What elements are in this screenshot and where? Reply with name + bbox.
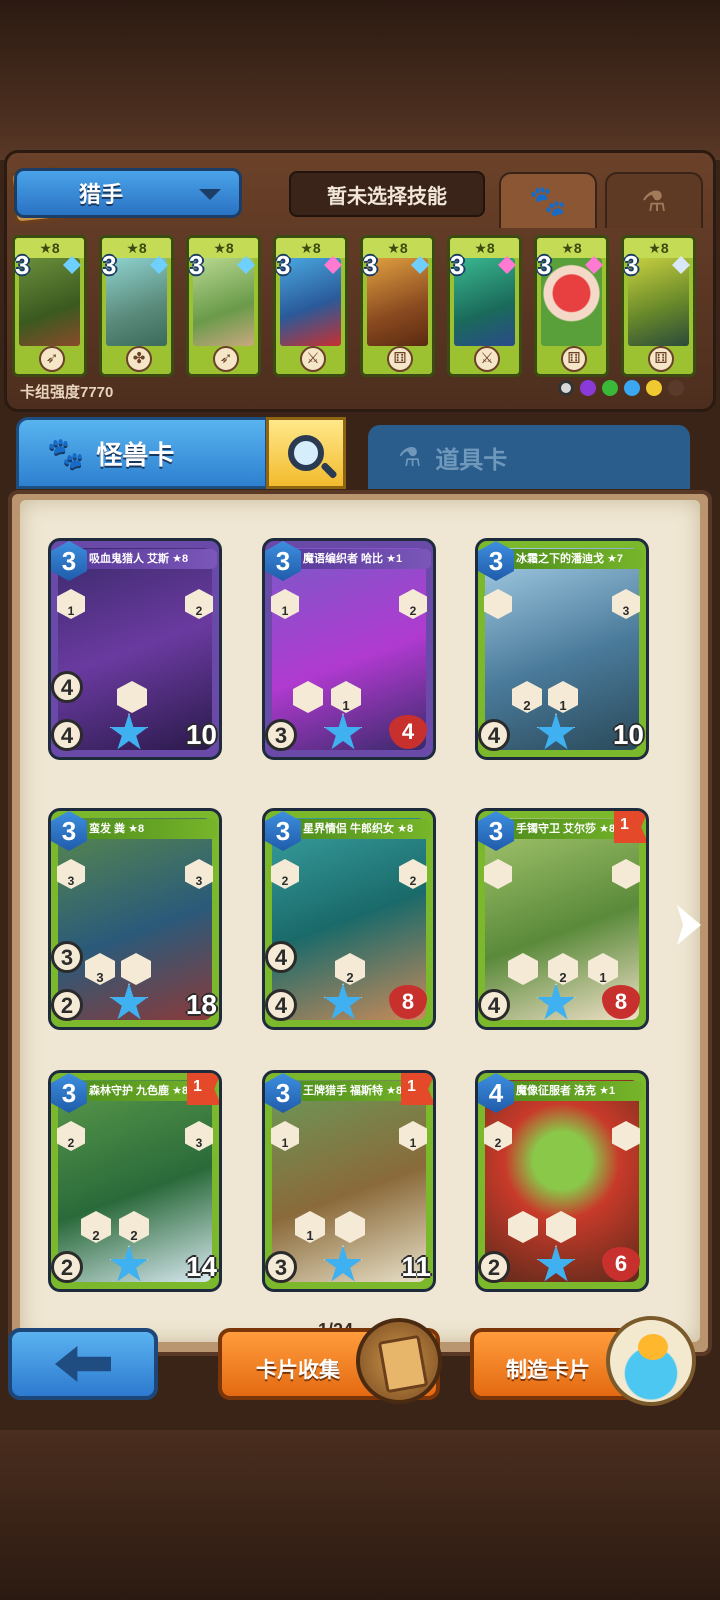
card-defense: 3 bbox=[265, 1251, 297, 1283]
monster-card[interactable]: 星界情侣 牛郎织女 ★8 3 2 2 2 4 4 8 bbox=[262, 808, 436, 1030]
monster-card[interactable]: 魔像征服者 洛克 ★1 4 2 2 6 bbox=[475, 1070, 649, 1292]
card-hp: 18 bbox=[185, 989, 217, 1020]
deck-card-cost: 3 bbox=[450, 250, 465, 280]
card-name: 星界情侣 牛郎织女 ★8 bbox=[293, 819, 431, 839]
card-defense: 2 bbox=[51, 1251, 83, 1283]
deck-card[interactable]: ★8 3 ⚔ bbox=[447, 235, 522, 377]
dice-icon: ⚅ bbox=[561, 346, 587, 372]
deck-card[interactable]: ★8 3 ➶ bbox=[186, 235, 261, 377]
deck-card-cost: 3 bbox=[189, 250, 204, 280]
deck-card[interactable]: ★8 3 ⚔ bbox=[273, 235, 348, 377]
card-attack: 4 bbox=[51, 671, 83, 703]
paw-icon: 🐾 bbox=[47, 436, 85, 470]
deck-card-cost: 3 bbox=[537, 250, 552, 280]
search-button[interactable] bbox=[266, 417, 346, 489]
card-defense: 2 bbox=[478, 1251, 510, 1283]
clover-icon: ✤ bbox=[126, 346, 152, 372]
circle-element-icon[interactable] bbox=[558, 380, 574, 396]
card-collection-icon[interactable] bbox=[356, 1318, 442, 1404]
dice-icon: ⚅ bbox=[648, 346, 674, 372]
bow-icon: ➶ bbox=[213, 346, 239, 372]
card-defense: 3 bbox=[265, 719, 297, 751]
purple-element-icon[interactable] bbox=[580, 380, 596, 396]
deck-strength: 卡组强度7770 bbox=[20, 384, 114, 401]
skill-select-button[interactable]: 暂未选择技能 bbox=[289, 171, 485, 217]
deck-card-cost: 3 bbox=[102, 250, 117, 280]
deck-card[interactable]: ★8 3 ⚅ bbox=[360, 235, 435, 377]
potion-jar-icon[interactable] bbox=[606, 1316, 696, 1406]
monster-card[interactable]: 手镯守卫 艾尔莎 ★8 3 1 2 1 4 8 bbox=[475, 808, 649, 1030]
card-hp: 10 bbox=[185, 719, 217, 750]
card-defense: 4 bbox=[478, 719, 510, 751]
flask-icon: ⚗ bbox=[398, 441, 422, 472]
search-icon bbox=[288, 435, 324, 471]
card-hp: 14 bbox=[185, 1251, 217, 1282]
tab-monster-cards[interactable]: 🐾 怪兽卡 bbox=[16, 417, 268, 489]
card-name: 蛮发 粪 ★8 bbox=[79, 819, 217, 839]
deck-card-cost: 3 bbox=[363, 250, 378, 280]
monster-card[interactable]: 吸血鬼猎人 艾斯 ★8 3 1 2 4 4 10 bbox=[48, 538, 222, 760]
back-arrow-icon bbox=[55, 1346, 111, 1382]
card-defense: 2 bbox=[51, 989, 83, 1021]
card-name: 魔像征服者 洛克 ★1 bbox=[506, 1081, 644, 1101]
sword-icon: ⚔ bbox=[474, 346, 500, 372]
element-filter-row bbox=[558, 380, 684, 396]
card-defense: 4 bbox=[51, 719, 83, 751]
craft-card-label: 制造卡片 bbox=[506, 1359, 590, 1382]
bow-icon: ➶ bbox=[39, 346, 65, 372]
flask-tab-icon[interactable]: ⚗ bbox=[605, 172, 703, 228]
chevron-down-icon bbox=[199, 189, 221, 200]
card-name: 冰霜之下的潘迪戈 ★7 bbox=[506, 549, 644, 569]
deck-card-row: ★8 3 ➶ ★8 3 ✤ ★8 3 ➶ ★8 3 ⚔ ★8 3 ⚅ ★8 3 ⚔ ★8 3 ⚅ ★8 3 ⚅ bbox=[10, 235, 710, 381]
deck-card[interactable]: ★8 3 ✤ bbox=[99, 235, 174, 377]
monster-card[interactable]: 冰霜之下的潘迪戈 ★7 3 3 2 1 4 10 bbox=[475, 538, 649, 760]
bottom-background bbox=[0, 1430, 720, 1600]
monster-card[interactable]: 森林守护 九色鹿 ★8 3 1 2 3 2 2 2 14 bbox=[48, 1070, 222, 1292]
sword-icon: ⚔ bbox=[300, 346, 326, 372]
card-defense: 4 bbox=[265, 989, 297, 1021]
card-name: 吸血鬼猎人 艾斯 ★8 bbox=[79, 549, 217, 569]
monster-card[interactable]: 魔语编织者 哈比 ★1 3 1 2 1 3 4 bbox=[262, 538, 436, 760]
tab-item-cards[interactable]: ⚗ 道具卡 bbox=[368, 425, 690, 489]
card-hp: 10 bbox=[612, 719, 644, 750]
class-dropdown[interactable]: 猎手 bbox=[14, 168, 242, 218]
deck-card[interactable]: ★8 3 ➶ bbox=[12, 235, 87, 377]
green-element-icon[interactable] bbox=[602, 380, 618, 396]
tab-item-label: 道具卡 bbox=[435, 446, 508, 474]
monster-card[interactable]: 王牌猎手 福斯特 ★8 3 1 1 1 1 3 11 bbox=[262, 1070, 436, 1292]
dark-element-icon[interactable] bbox=[668, 380, 684, 396]
water-element-icon[interactable] bbox=[624, 380, 640, 396]
card-hp: 11 bbox=[401, 1251, 431, 1282]
deck-card-cost: 3 bbox=[276, 250, 291, 280]
card-defense: 4 bbox=[478, 989, 510, 1021]
lightning-element-icon[interactable] bbox=[646, 380, 662, 396]
card-name: 魔语编织者 哈比 ★1 bbox=[293, 549, 431, 569]
card-collection-label: 卡片收集 bbox=[256, 1359, 340, 1382]
card-attack: 4 bbox=[265, 941, 297, 973]
card-attack: 3 bbox=[51, 941, 83, 973]
deck-card-cost: 3 bbox=[624, 250, 639, 280]
back-button[interactable] bbox=[8, 1328, 158, 1400]
paw-tab-icon[interactable]: 🐾 bbox=[499, 172, 597, 228]
tab-monster-label: 怪兽卡 bbox=[96, 439, 175, 470]
deck-card[interactable]: ★8 3 ⚅ bbox=[621, 235, 696, 377]
monster-card[interactable]: 蛮发 粪 ★8 3 3 3 3 3 2 18 bbox=[48, 808, 222, 1030]
top-background bbox=[0, 0, 720, 160]
deck-card-cost: 3 bbox=[15, 250, 30, 280]
dice-icon: ⚅ bbox=[387, 346, 413, 372]
class-label: 猎手 bbox=[79, 182, 124, 207]
deck-card[interactable]: ★8 3 ⚅ bbox=[534, 235, 609, 377]
